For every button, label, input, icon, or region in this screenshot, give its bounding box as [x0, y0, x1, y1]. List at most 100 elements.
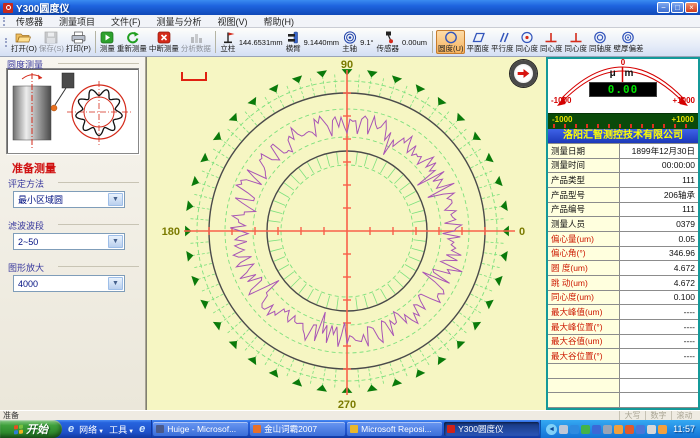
toolbar-separator — [432, 31, 433, 53]
ie-icon[interactable]: e — [68, 424, 74, 435]
chevron-down-icon[interactable]: ▼ — [108, 193, 123, 206]
input-pen-icon[interactable] — [647, 425, 656, 434]
save-floppy-icon — [44, 31, 58, 45]
arm-icon — [286, 31, 300, 45]
sensor-button[interactable]: 传感器 — [376, 31, 401, 53]
result-row-8: 圆 度(um)4.672 — [548, 261, 698, 276]
svg-text:180: 180 — [162, 226, 180, 238]
chevron-down-icon[interactable]: ▼ — [108, 235, 123, 248]
mode-button-2[interactable]: 平行度 — [490, 31, 515, 53]
toolbar-separator — [215, 31, 216, 53]
menu-item-0[interactable]: 传感器 — [8, 17, 51, 27]
result-row-2: 产品类型111 — [548, 173, 698, 188]
result-value — [620, 379, 698, 394]
hidden-icons-chevron[interactable]: ◄ — [546, 424, 557, 435]
media-player-icon[interactable] — [570, 425, 579, 434]
mode-button-5[interactable]: 同心度 — [563, 31, 588, 53]
antivirus-icon[interactable] — [581, 425, 590, 434]
magnification-select[interactable]: 4000 ▼ — [13, 275, 125, 292]
result-value: ---- — [620, 305, 698, 320]
meter-arc-min: -1000 — [551, 96, 571, 105]
result-label: 产品类型 — [548, 173, 620, 188]
taskbar-task-1[interactable]: 金山词霸2007 — [250, 422, 345, 436]
stop-x-icon — [157, 31, 171, 45]
svg-text:90: 90 — [341, 59, 353, 71]
mode-button-0[interactable]: 圆度(U) — [436, 30, 465, 54]
num-indicator: 数字 — [645, 411, 671, 420]
result-row-13: 最大谷值(um)---- — [548, 335, 698, 350]
result-row-0: 测量日期1899年12月30日 — [548, 144, 698, 159]
camera-icon[interactable] — [636, 425, 645, 434]
result-label — [548, 393, 620, 408]
interrupt-button[interactable]: 中断测量 — [148, 31, 180, 53]
network-icon[interactable] — [592, 425, 601, 434]
open-button[interactable]: 打开(O) — [10, 31, 38, 53]
qq-icon[interactable] — [614, 425, 623, 434]
close-button[interactable]: × — [685, 2, 698, 13]
measure-button[interactable]: 测量 — [99, 31, 116, 53]
status-bar: 准备 大写 数字 滚动 — [0, 410, 700, 420]
result-value — [620, 364, 698, 379]
taskbar-task-3[interactable]: Y300圆度仪 — [444, 422, 539, 436]
sensor-value: 0.00um — [402, 38, 427, 47]
messenger-icon[interactable] — [625, 425, 634, 434]
result-row-1: 测量时间00:00:00 — [548, 159, 698, 174]
usb-icon[interactable] — [603, 425, 612, 434]
result-row-3: 产品型号206轴承 — [548, 188, 698, 203]
sensor-probe-icon — [381, 31, 395, 45]
mode-button-3[interactable]: 同心度 — [514, 31, 539, 53]
next-view-button[interactable] — [510, 60, 537, 87]
result-value: 0.05 — [620, 232, 698, 247]
column-value: 144.6531mm — [239, 38, 283, 47]
bracket-symbol — [181, 72, 207, 81]
remeasure-button[interactable]: 重新测量 — [116, 31, 148, 53]
measurement-illustration — [6, 68, 139, 154]
filter-band-select[interactable]: 2~50 ▼ — [13, 233, 125, 250]
mode-button-7[interactable]: 壁厚偏差 — [612, 31, 644, 53]
qq-icon[interactable] — [658, 425, 667, 434]
main-area: 圆度测量 — [0, 57, 700, 410]
menu-item-3[interactable]: 测量与分析 — [149, 17, 210, 27]
taskbar-task-0[interactable]: Huige - Microsof... — [153, 422, 248, 436]
chevron-down-icon: ▼ — [98, 429, 104, 435]
meter-reading: 0.00 — [589, 82, 657, 97]
menu-item-2[interactable]: 文件(F) — [103, 17, 149, 27]
taskbar: 开始 e 网络▼ 工具▼ e Huige - Microsof...金山词霸20… — [0, 420, 700, 438]
quick-launch-tools[interactable]: 工具▼ — [109, 423, 134, 436]
result-row-6: 偏心量(um)0.05 — [548, 232, 698, 247]
ie-icon[interactable]: e — [139, 424, 145, 435]
maximize-button[interactable]: □ — [671, 2, 684, 13]
arm-button[interactable]: 横臂 — [285, 31, 302, 53]
quick-launch-network[interactable]: 网络▼ — [79, 423, 104, 436]
printer-icon[interactable] — [559, 425, 568, 434]
result-label: 产品型号 — [548, 188, 620, 203]
menu-item-1[interactable]: 测量项目 — [51, 17, 103, 27]
start-button[interactable]: 开始 — [0, 420, 62, 438]
result-label: 同心度(um) — [548, 291, 620, 306]
toolbar: 打开(O) 保存(S) 打印(P) 测量 重新测量 中断测量 分析数据 — [0, 28, 700, 57]
parallelism-icon — [494, 31, 510, 45]
chevron-down-icon[interactable]: ▼ — [108, 277, 123, 290]
menu-item-5[interactable]: 帮助(H) — [256, 17, 303, 27]
result-value: ---- — [620, 349, 698, 364]
mode-button-4[interactable]: 同心度 — [539, 31, 564, 53]
taskbar-task-2[interactable]: Microsoft Reposi... — [347, 422, 442, 436]
result-value: 1899年12月30日 — [620, 144, 698, 159]
bar-chart-icon — [189, 31, 203, 45]
mode-button-1[interactable]: 平面度 — [465, 31, 490, 53]
spindle-button[interactable]: 主轴 — [341, 31, 358, 53]
taskbar-clock: 11:57 — [673, 424, 695, 434]
result-value: 111 — [620, 203, 698, 218]
save-button[interactable]: 保存(S) — [38, 31, 65, 53]
evaluation-method-label: 评定方法 — [8, 177, 44, 190]
analyze-button[interactable]: 分析数据 — [180, 31, 212, 53]
polar-chart: 902701800 — [147, 57, 547, 410]
print-button[interactable]: 打印(P) — [65, 31, 92, 53]
minimize-button[interactable]: − — [657, 2, 670, 13]
menu-item-4[interactable]: 视图(V) — [210, 17, 256, 27]
evaluation-method-select[interactable]: 最小区域圆 ▼ — [13, 191, 125, 208]
mode-button-6[interactable]: 同轴度 — [588, 31, 613, 53]
column-button[interactable]: 立柱 — [219, 31, 237, 53]
polar-chart-panel: 902701800 — [146, 57, 546, 410]
result-value: 111 — [620, 173, 698, 188]
